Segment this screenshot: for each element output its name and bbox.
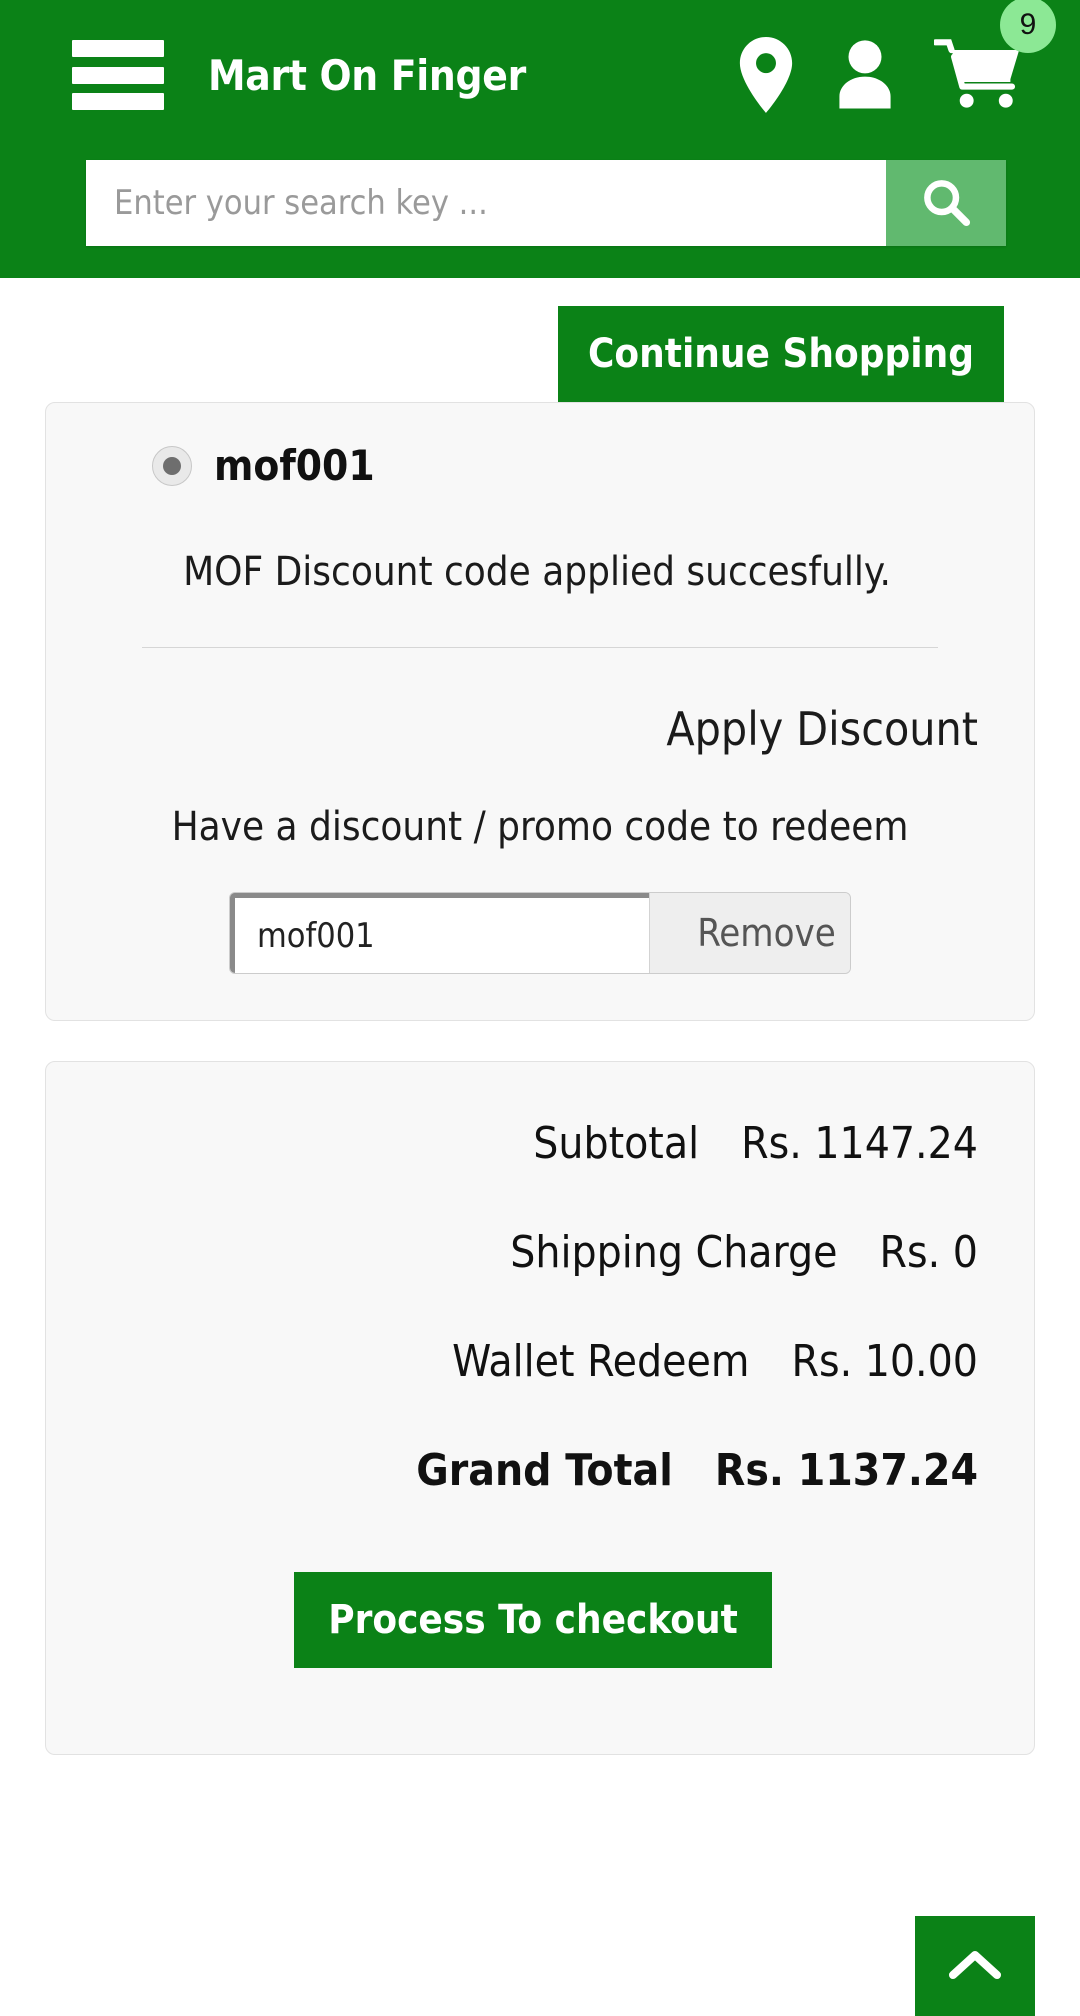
summary-row-subtotal: Subtotal Rs. 1147.24 (96, 1118, 984, 1169)
header-icon-group: 9 (736, 0, 1056, 113)
summary-label: Shipping Charge (510, 1227, 838, 1278)
section-divider (142, 647, 938, 648)
discount-card: mof001 MOF Discount code applied succesf… (45, 402, 1035, 1021)
continue-shopping-row: Continue Shopping (0, 278, 1080, 402)
summary-row-grand-total: Grand Total Rs. 1137.24 (96, 1445, 984, 1496)
search-submit-button[interactable] (886, 160, 1006, 246)
summary-label: Wallet Redeem (452, 1336, 750, 1387)
chevron-up-icon (949, 1949, 1001, 1984)
promo-input-group: Remove (229, 892, 851, 974)
summary-row-shipping-charge: Shipping Charge Rs. 0 (96, 1227, 984, 1278)
summary-value: Rs. 1147.24 (741, 1118, 978, 1169)
radio-selected-dot (163, 457, 181, 475)
summary-value: Rs. 10.00 (791, 1336, 978, 1387)
cart-page-body: Continue Shopping mof001 MOF Discount co… (0, 278, 1080, 2016)
process-to-checkout-button[interactable]: Process To checkout (294, 1572, 772, 1668)
search-bar (86, 160, 1006, 246)
hamburger-bar (72, 93, 164, 110)
promo-input-row: Remove (96, 892, 984, 974)
user-account-icon[interactable] (832, 39, 898, 111)
header-top-bar: Mart On Finger 9 (0, 0, 1080, 150)
summary-row-wallet-redeem: Wallet Redeem Rs. 10.00 (96, 1336, 984, 1387)
promo-prompt-text: Have a discount / promo code to redeem (171, 804, 909, 850)
search-input[interactable] (86, 160, 886, 246)
summary-value: Rs. 1137.24 (714, 1445, 978, 1496)
cart-button[interactable]: 9 (934, 0, 1056, 111)
hamburger-menu-icon[interactable] (72, 40, 164, 110)
discount-applied-message: MOF Discount code applied succesfully. (183, 549, 891, 595)
summary-label: Subtotal (533, 1118, 700, 1169)
cart-count-badge: 9 (1000, 0, 1056, 53)
shopping-cart-icon (934, 39, 1022, 111)
continue-shopping-button[interactable]: Continue Shopping (558, 306, 1004, 402)
hamburger-bar (72, 66, 164, 84)
order-summary-card: Subtotal Rs. 1147.24 Shipping Charge Rs.… (45, 1061, 1035, 1755)
discount-option-label: mof001 (214, 441, 375, 490)
summary-value: Rs. 0 (879, 1227, 978, 1278)
remove-promo-button[interactable]: Remove (649, 893, 850, 973)
promo-code-input[interactable] (230, 893, 649, 973)
scroll-to-top-button[interactable] (915, 1916, 1035, 2016)
brand-title: Mart On Finger (208, 50, 526, 100)
search-icon (920, 176, 972, 231)
app-header: Mart On Finger 9 Enter your search key .… (0, 0, 1080, 278)
checkout-row: Process To checkout (96, 1572, 984, 1668)
location-pin-icon[interactable] (736, 37, 796, 113)
discount-radio-mof001[interactable] (152, 446, 192, 486)
discount-option-row[interactable]: mof001 (96, 445, 984, 487)
apply-discount-heading: Apply Discount (666, 702, 978, 756)
hamburger-bar (72, 40, 164, 57)
summary-label: Grand Total (416, 1445, 673, 1496)
